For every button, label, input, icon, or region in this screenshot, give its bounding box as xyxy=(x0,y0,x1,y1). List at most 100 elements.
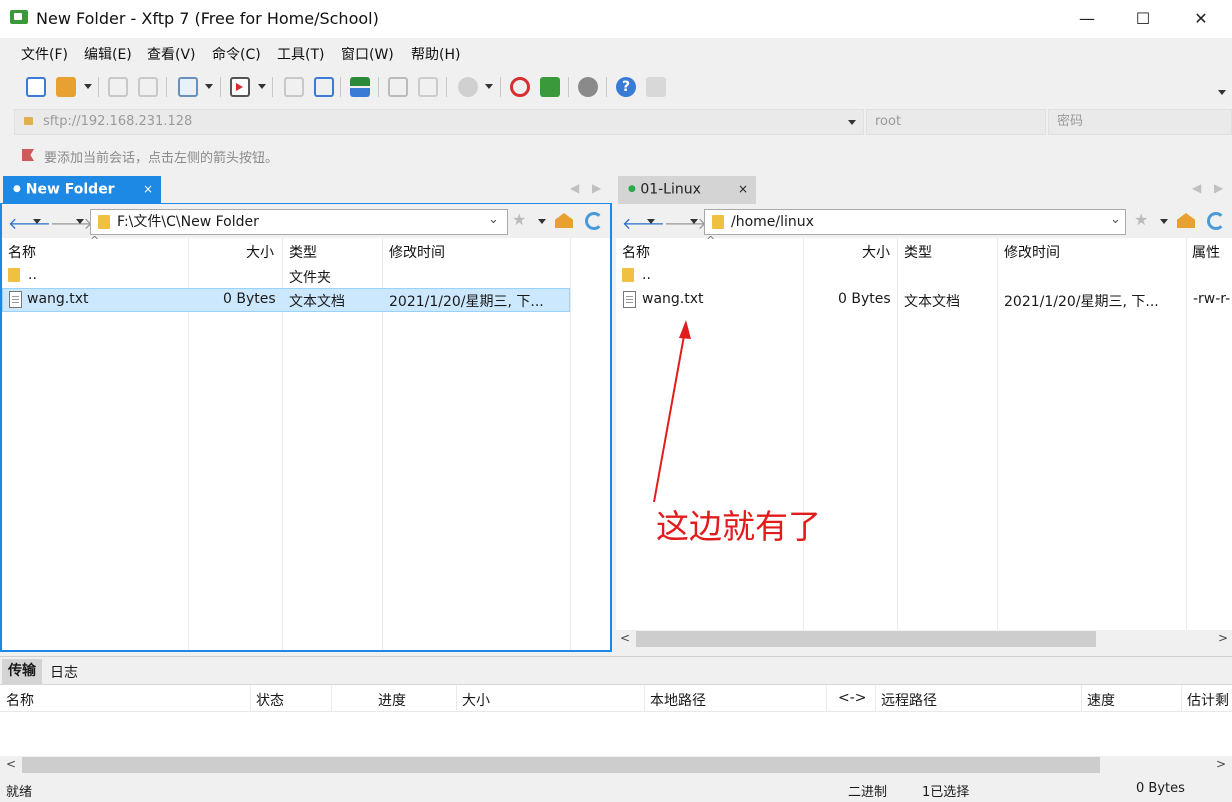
menu-edit[interactable]: 编辑(E) xyxy=(84,44,132,64)
home-icon[interactable] xyxy=(1177,213,1195,228)
scroll-right-arrow-icon[interactable]: > xyxy=(1218,631,1228,645)
local-path-input[interactable]: F:\文件\C\New Folder xyxy=(90,209,508,235)
transfer-horizontal-scrollbar[interactable]: < > xyxy=(0,756,1232,774)
xftp-icon[interactable] xyxy=(540,77,560,97)
home-icon[interactable] xyxy=(555,213,573,228)
upload-icon[interactable] xyxy=(314,77,334,97)
disconnect-icon[interactable] xyxy=(138,77,158,97)
remote-path-input[interactable]: /home/linux xyxy=(704,209,1126,235)
table-row-selected[interactable]: wang.txt 0 Bytes 文本文档 2021/1/20/星期三, 下..… xyxy=(2,288,570,312)
forward-arrow-icon[interactable]: 🡒 xyxy=(50,213,93,233)
session-settings-icon[interactable] xyxy=(178,77,198,97)
terminal-dropdown-caret[interactable] xyxy=(258,84,266,89)
status-selected-size: 0 Bytes xyxy=(1136,781,1185,796)
refresh-icon[interactable] xyxy=(1207,212,1225,230)
tab-scroll-right-icon[interactable]: ▶ xyxy=(592,181,601,195)
menu-command[interactable]: 命令(C) xyxy=(212,44,261,64)
table-row[interactable]: .. xyxy=(616,264,1232,288)
menu-window[interactable]: 窗口(W) xyxy=(341,44,394,64)
toolbar-separator xyxy=(98,77,99,97)
back-arrow-icon[interactable]: 🡐 xyxy=(622,213,665,233)
new-session-icon[interactable] xyxy=(26,77,46,97)
menu-help[interactable]: 帮助(H) xyxy=(411,44,460,64)
col-size[interactable]: 大小 xyxy=(862,242,890,262)
minimize-button[interactable]: — xyxy=(1058,0,1116,38)
toolbar-overflow-caret[interactable] xyxy=(1218,90,1226,95)
host-field[interactable]: sftp://192.168.231.128 xyxy=(14,109,864,135)
open-dropdown-caret[interactable] xyxy=(84,84,92,89)
path-dropdown-chevron-icon[interactable]: ⌄ xyxy=(488,212,499,227)
col-modified[interactable]: 修改时间 xyxy=(1004,242,1060,262)
tab-close-icon[interactable]: × xyxy=(143,176,153,203)
tab-local-new-folder[interactable]: ● New Folder × xyxy=(3,176,161,204)
row-type: 文件夹 xyxy=(289,270,331,286)
scroll-right-arrow-icon[interactable]: > xyxy=(1216,757,1226,771)
remote-horizontal-scrollbar[interactable]: < > xyxy=(616,630,1232,648)
download-icon[interactable] xyxy=(284,77,304,97)
favorite-star-icon[interactable]: ★ xyxy=(512,210,526,229)
scrollbar-thumb[interactable] xyxy=(22,757,1100,773)
tab-close-icon[interactable]: × xyxy=(738,176,748,203)
table-row[interactable]: .. 文件夹 xyxy=(2,264,610,288)
menu-view[interactable]: 查看(V) xyxy=(147,44,196,64)
col-name[interactable]: 名称 xyxy=(6,690,34,710)
globe-icon[interactable] xyxy=(458,77,478,97)
xshell-icon[interactable] xyxy=(510,77,530,97)
host-dropdown-caret[interactable] xyxy=(848,120,856,125)
col-name[interactable]: 名称 xyxy=(8,242,36,262)
back-history-caret[interactable] xyxy=(33,219,41,224)
password-field[interactable]: 密码 xyxy=(1048,109,1232,135)
col-remote-path[interactable]: 远程路径 xyxy=(881,690,937,710)
forward-arrow-icon[interactable]: 🡒 xyxy=(664,213,707,233)
maximize-button[interactable]: ☐ xyxy=(1114,0,1172,38)
col-progress[interactable]: 进度 xyxy=(378,690,406,710)
open-folder-icon[interactable] xyxy=(56,77,76,97)
col-type[interactable]: 类型 xyxy=(904,242,932,262)
table-row[interactable]: wang.txt 0 Bytes 文本文档 2021/1/20/星期三, 下..… xyxy=(616,288,1232,312)
favorite-star-icon[interactable]: ★ xyxy=(1134,210,1148,229)
paste-icon[interactable] xyxy=(418,77,438,97)
scrollbar-thumb[interactable] xyxy=(636,631,1096,647)
col-name[interactable]: 名称 xyxy=(622,242,650,262)
scroll-left-arrow-icon[interactable]: < xyxy=(620,631,630,645)
menu-file[interactable]: 文件(F) xyxy=(21,44,68,64)
favorite-dropdown-caret[interactable] xyxy=(538,219,546,224)
tab-transfer[interactable]: 传输 xyxy=(2,659,42,685)
connect-icon[interactable] xyxy=(108,77,128,97)
chat-icon[interactable] xyxy=(646,77,666,97)
scroll-left-arrow-icon[interactable]: < xyxy=(6,757,16,771)
forward-history-caret[interactable] xyxy=(690,219,698,224)
col-direction[interactable]: <-> xyxy=(838,690,867,706)
tab-scroll-left-icon[interactable]: ◀ xyxy=(570,181,579,195)
back-arrow-icon[interactable]: 🡐 xyxy=(8,213,51,233)
gear-icon[interactable] xyxy=(578,77,598,97)
path-dropdown-chevron-icon[interactable]: ⌄ xyxy=(1110,212,1121,227)
forward-history-caret[interactable] xyxy=(76,219,84,224)
col-size[interactable]: 大小 xyxy=(246,242,274,262)
local-file-list: 名称 ^ 大小 类型 修改时间 .. 文件夹 wang.txt 0 Bytes … xyxy=(2,234,610,650)
col-modified[interactable]: 修改时间 xyxy=(389,242,445,262)
username-field[interactable]: root xyxy=(866,109,1046,135)
status-transfer-mode[interactable]: 二进制 xyxy=(848,781,887,800)
copy-icon[interactable] xyxy=(388,77,408,97)
favorite-dropdown-caret[interactable] xyxy=(1160,219,1168,224)
col-local-path[interactable]: 本地路径 xyxy=(650,690,706,710)
tab-remote-01-linux[interactable]: ● 01-Linux × xyxy=(618,176,756,204)
col-speed[interactable]: 速度 xyxy=(1087,690,1115,710)
sync-icon[interactable] xyxy=(350,77,370,97)
tab-scroll-right-icon[interactable]: ▶ xyxy=(1214,181,1223,195)
col-type[interactable]: 类型 xyxy=(289,242,317,262)
back-history-caret[interactable] xyxy=(647,219,655,224)
col-eta[interactable]: 估计剩 xyxy=(1187,690,1232,710)
col-status[interactable]: 状态 xyxy=(256,690,284,710)
refresh-icon[interactable] xyxy=(585,212,603,230)
globe-dropdown-caret[interactable] xyxy=(485,84,493,89)
menu-tools[interactable]: 工具(T) xyxy=(277,44,324,64)
tab-log[interactable]: 日志 xyxy=(50,662,78,682)
close-button[interactable]: ✕ xyxy=(1172,0,1230,38)
col-attributes[interactable]: 属性 xyxy=(1192,242,1220,262)
settings-dropdown-caret[interactable] xyxy=(205,84,213,89)
help-icon[interactable]: ? xyxy=(616,77,636,97)
col-size[interactable]: 大小 xyxy=(462,690,490,710)
tab-scroll-left-icon[interactable]: ◀ xyxy=(1192,181,1201,195)
